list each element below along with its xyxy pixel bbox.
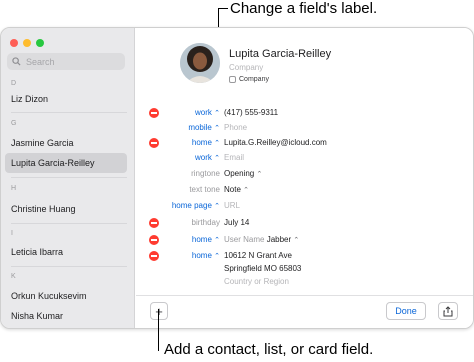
- field-label-home[interactable]: home ⌃: [192, 235, 220, 244]
- chevron-updown-icon: ⌃: [256, 171, 263, 178]
- field-label-home-page[interactable]: home page ⌃: [172, 201, 220, 210]
- contact-row[interactable]: Christine Huang: [1, 199, 127, 219]
- section-header-g: G: [11, 120, 17, 127]
- field-row-text-tone: text tone Note ⌃: [136, 183, 466, 197]
- contact-row-selected[interactable]: Lupita Garcia-Reilley: [5, 153, 127, 173]
- remove-field-button[interactable]: [149, 251, 159, 261]
- contact-row[interactable]: Liz Dizon: [1, 89, 127, 109]
- contacts-window: Search D Liz Dizon G Jasmine Garcia Lupi…: [0, 27, 474, 329]
- company-field[interactable]: Company: [229, 63, 263, 72]
- field-row-mobile: mobile ⌃ Phone: [136, 121, 466, 135]
- checkbox-box: [229, 76, 236, 83]
- share-icon: [443, 305, 453, 316]
- zoom-window-button[interactable]: [36, 39, 44, 47]
- section-header-i: I: [11, 230, 13, 237]
- field-row-work-email: work ⌃ Email: [136, 151, 466, 165]
- remove-field-button[interactable]: [149, 218, 159, 228]
- search-placeholder: Search: [26, 56, 55, 67]
- field-row-ringtone: ringtone Opening ⌃: [136, 167, 466, 181]
- contact-name[interactable]: Lupita Garcia-Reilley: [229, 48, 331, 60]
- callout-add-field: Add a contact, list, or card field.: [164, 341, 374, 358]
- contact-row[interactable]: Leticia Ibarra: [1, 242, 127, 262]
- chevron-updown-icon: ⌃: [214, 155, 220, 162]
- contact-card: Lupita Garcia-Reilley Company Company wo…: [136, 28, 473, 328]
- field-row-im: home ⌃ User Name Jabber ⌃: [136, 233, 466, 247]
- contact-row[interactable]: Jasmine Garcia: [1, 133, 127, 153]
- field-label-home[interactable]: home ⌃: [192, 138, 220, 147]
- field-row-work-phone: work ⌃ (417) 555-9311: [136, 106, 466, 120]
- sidebar: Search D Liz Dizon G Jasmine Garcia Lupi…: [1, 28, 135, 328]
- company-checkbox[interactable]: Company: [229, 76, 269, 83]
- remove-field-button[interactable]: [149, 235, 159, 245]
- field-row-birthday: birthday July 14: [136, 216, 466, 230]
- email-value[interactable]: Lupita.G.Reilley@icloud.com: [224, 138, 327, 147]
- address-city[interactable]: Springfield MO 65803: [224, 264, 301, 273]
- remove-field-button[interactable]: [149, 138, 159, 148]
- chevron-updown-icon: ⌃: [293, 237, 300, 244]
- avatar[interactable]: [180, 43, 220, 83]
- divider: [11, 266, 127, 267]
- field-label-home[interactable]: home ⌃: [192, 251, 220, 260]
- chevron-updown-icon: ⌃: [214, 253, 220, 260]
- callout-line-bottom: [158, 309, 159, 351]
- divider: [11, 177, 127, 178]
- ringtone-popup[interactable]: Opening ⌃: [224, 169, 262, 178]
- birthday-value[interactable]: July 14: [224, 218, 249, 227]
- divider: [11, 223, 127, 224]
- search-field[interactable]: Search: [7, 53, 125, 70]
- field-row-address: home ⌃ 10612 N Grant Ave Springfield MO …: [136, 249, 466, 293]
- chevron-updown-icon: ⌃: [214, 140, 220, 147]
- page: Change a field's label. Search D Liz Diz…: [0, 0, 474, 362]
- divider: [11, 112, 127, 113]
- callout-change-label: Change a field's label.: [230, 0, 378, 17]
- card-toolbar: + Done: [136, 295, 473, 328]
- minimize-window-button[interactable]: [23, 39, 31, 47]
- field-row-home-email: home ⌃ Lupita.G.Reilley@icloud.com: [136, 136, 466, 150]
- chevron-updown-icon: ⌃: [214, 203, 220, 210]
- close-window-button[interactable]: [10, 39, 18, 47]
- contact-row[interactable]: Nisha Kumar: [1, 306, 127, 326]
- field-label-birthday: birthday: [191, 218, 220, 227]
- email-placeholder[interactable]: Email: [224, 153, 244, 162]
- field-label-mobile[interactable]: mobile ⌃: [188, 123, 220, 132]
- im-field[interactable]: User Name Jabber ⌃: [224, 235, 299, 244]
- contact-row[interactable]: Orkun Kucuksevim: [1, 286, 127, 306]
- phone-value[interactable]: (417) 555-9311: [224, 108, 278, 117]
- text-tone-popup[interactable]: Note ⌃: [224, 185, 249, 194]
- chevron-updown-icon: ⌃: [214, 110, 220, 117]
- field-label-ringtone: ringtone: [191, 169, 220, 178]
- done-button[interactable]: Done: [386, 302, 426, 320]
- address-street[interactable]: 10612 N Grant Ave: [224, 251, 292, 260]
- field-row-home-page: home page ⌃ URL: [136, 199, 466, 213]
- url-placeholder[interactable]: URL: [224, 201, 240, 210]
- avatar-photo: [180, 43, 220, 83]
- phone-placeholder[interactable]: Phone: [224, 123, 247, 132]
- field-label-work[interactable]: work ⌃: [195, 153, 220, 162]
- callout-tick-top: [218, 8, 228, 9]
- field-label-text-tone: text tone: [189, 185, 220, 194]
- chevron-updown-icon: ⌃: [243, 187, 250, 194]
- company-checkbox-label: Company: [239, 76, 269, 83]
- section-header-k: K: [11, 273, 16, 280]
- field-label-work[interactable]: work ⌃: [195, 108, 220, 117]
- remove-field-button[interactable]: [149, 108, 159, 118]
- address-country-placeholder[interactable]: Country or Region: [224, 277, 289, 286]
- section-header-h: H: [11, 185, 17, 192]
- im-service: Jabber: [266, 235, 292, 244]
- username-placeholder: User Name: [224, 235, 265, 244]
- chevron-updown-icon: ⌃: [214, 237, 220, 244]
- chevron-updown-icon: ⌃: [214, 125, 220, 132]
- share-button[interactable]: [438, 302, 458, 320]
- search-icon: [12, 57, 21, 66]
- section-header-d: D: [11, 80, 17, 87]
- add-field-button[interactable]: +: [150, 302, 168, 320]
